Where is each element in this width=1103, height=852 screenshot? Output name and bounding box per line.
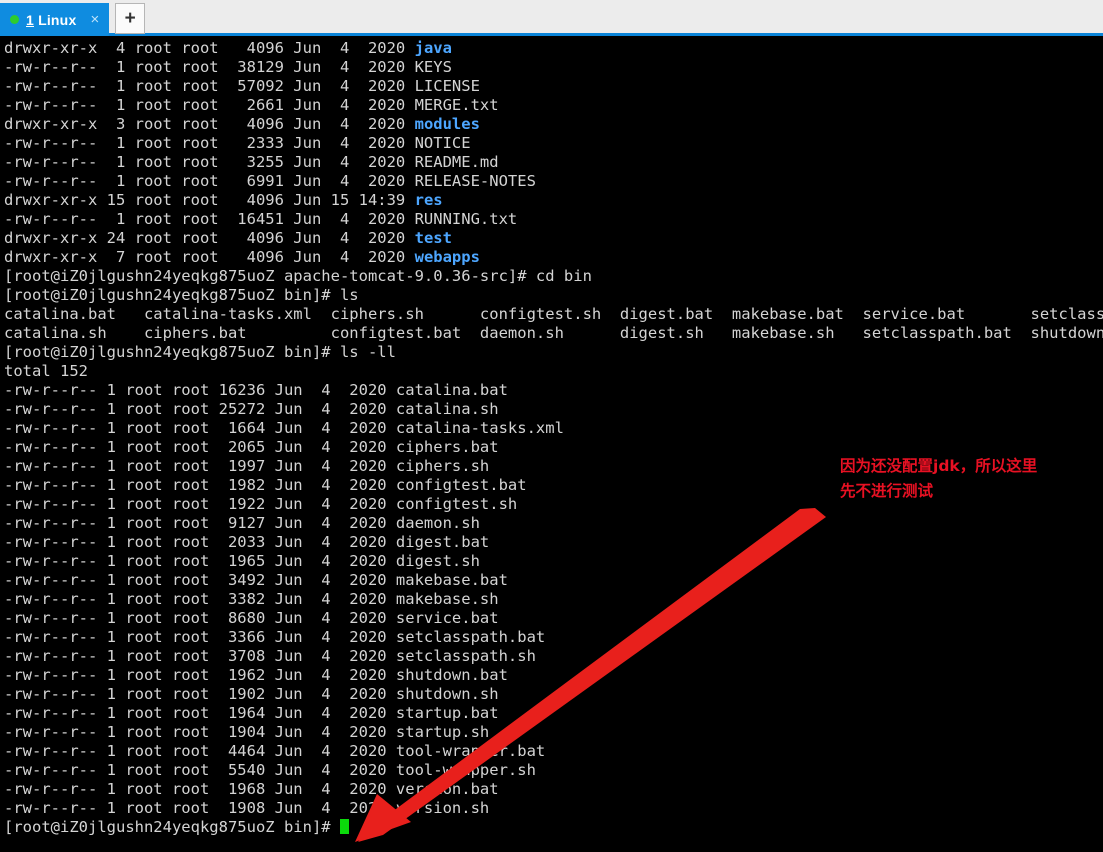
terminal-line: -rw-r--r-- 1 root root 16451 Jun 4 2020 … xyxy=(4,210,518,228)
shell-prompt: [root@iZ0jlgushn24yeqkg875uoZ bin]# xyxy=(4,343,340,361)
tab-index: 1 xyxy=(26,11,34,28)
terminal-prompt-line: [root@iZ0jlgushn24yeqkg875uoZ bin]# ls -… xyxy=(4,343,1103,362)
terminal-line: -rw-r--r-- 1 root root 3366 Jun 4 2020 s… xyxy=(4,628,546,646)
text-cursor xyxy=(339,819,349,834)
tab-name: Linux xyxy=(38,11,77,28)
terminal-line: -rw-r--r-- 1 root root 1962 Jun 4 2020 s… xyxy=(4,666,508,684)
terminal-line: catalina.sh ciphers.bat configtest.bat d… xyxy=(4,324,1103,342)
terminal-line: -rw-r--r-- 1 root root 1908 Jun 4 2020 v… xyxy=(4,799,490,817)
tab-title: 1 Linux xyxy=(26,12,76,28)
terminal-line: -rw-r--r-- 1 root root 6991 Jun 4 2020 R… xyxy=(4,172,536,190)
terminal-line: -rw-r--r-- 1 root root 1904 Jun 4 2020 s… xyxy=(4,723,490,741)
terminal-line: -rw-r--r-- 1 root root 25272 Jun 4 2020 … xyxy=(4,400,499,418)
dir-name: webapps xyxy=(414,248,480,266)
shell-prompt: [root@iZ0jlgushn24yeqkg875uoZ bin]# xyxy=(4,286,340,304)
terminal-line: -rw-r--r-- 1 root root 5540 Jun 4 2020 t… xyxy=(4,761,536,779)
terminal-line: drwxr-xr-x 24 root root 4096 Jun 4 2020 … xyxy=(4,229,1103,248)
terminal-line: -rw-r--r-- 1 root root 1664 Jun 4 2020 c… xyxy=(4,419,564,437)
terminal-line: -rw-r--r-- 1 root root 38129 Jun 4 2020 … xyxy=(4,58,452,76)
terminal-line: -rw-r--r-- 1 root root 9127 Jun 4 2020 d… xyxy=(4,514,480,532)
tab-bar: 1 Linux × + xyxy=(0,0,1103,36)
terminal-panel[interactable]: drwxr-xr-x 4 root root 4096 Jun 4 2020 j… xyxy=(0,36,1103,852)
dir-name: modules xyxy=(414,115,480,133)
listing-text: drwxr-xr-x 4 root root 4096 Jun 4 2020 xyxy=(4,39,415,57)
terminal-line: -rw-r--r-- 1 root root 16236 Jun 4 2020 … xyxy=(4,381,508,399)
shell-prompt: [root@iZ0jlgushn24yeqkg875uoZ apache-tom… xyxy=(4,267,536,285)
terminal-screen: drwxr-xr-x 4 root root 4096 Jun 4 2020 j… xyxy=(4,39,1103,837)
terminal-line: drwxr-xr-x 15 root root 4096 Jun 15 14:3… xyxy=(4,191,1103,210)
terminal-line: -rw-r--r-- 1 root root 3382 Jun 4 2020 m… xyxy=(4,590,499,608)
listing-text: drwxr-xr-x 15 root root 4096 Jun 15 14:3… xyxy=(4,191,415,209)
listing-text: drwxr-xr-x 7 root root 4096 Jun 4 2020 xyxy=(4,248,415,266)
terminal-line: -rw-r--r-- 1 root root 2333 Jun 4 2020 N… xyxy=(4,134,471,152)
terminal-line: -rw-r--r-- 1 root root 3255 Jun 4 2020 R… xyxy=(4,153,499,171)
new-tab-button[interactable]: + xyxy=(115,3,146,34)
terminal-prompt-line: [root@iZ0jlgushn24yeqkg875uoZ bin]# ls xyxy=(4,286,1103,305)
connection-status-dot xyxy=(10,15,19,24)
shell-command: ls -ll xyxy=(339,343,396,361)
terminal-line: -rw-r--r-- 1 root root 1965 Jun 4 2020 d… xyxy=(4,552,480,570)
shell-command: ls xyxy=(339,286,359,304)
terminal-line: -rw-r--r-- 1 root root 2661 Jun 4 2020 M… xyxy=(4,96,499,114)
terminal-prompt-line: [root@iZ0jlgushn24yeqkg875uoZ apache-tom… xyxy=(4,267,1103,286)
terminal-line: -rw-r--r-- 1 root root 3708 Jun 4 2020 s… xyxy=(4,647,536,665)
terminal-prompt-line-active: [root@iZ0jlgushn24yeqkg875uoZ bin]# xyxy=(4,818,1103,837)
dir-name: test xyxy=(414,229,452,247)
close-icon[interactable]: × xyxy=(90,12,99,27)
terminal-line: -rw-r--r-- 1 root root 57092 Jun 4 2020 … xyxy=(4,77,480,95)
terminal-line: -rw-r--r-- 1 root root 8680 Jun 4 2020 s… xyxy=(4,609,499,627)
terminal-line: -rw-r--r-- 1 root root 2033 Jun 4 2020 d… xyxy=(4,533,490,551)
dir-name: res xyxy=(414,191,443,209)
shell-prompt: [root@iZ0jlgushn24yeqkg875uoZ bin]# xyxy=(4,818,340,836)
terminal-line: total 152 xyxy=(4,362,88,380)
terminal-line: drwxr-xr-x 3 root root 4096 Jun 4 2020 m… xyxy=(4,115,1103,134)
listing-text: drwxr-xr-x 3 root root 4096 Jun 4 2020 xyxy=(4,115,415,133)
terminal-line: -rw-r--r-- 1 root root 1964 Jun 4 2020 s… xyxy=(4,704,499,722)
terminal-line: -rw-r--r-- 1 root root 3492 Jun 4 2020 m… xyxy=(4,571,508,589)
annotation-note: 因为还没配置jdk，所以这里 先不进行测试 xyxy=(840,457,1038,500)
dir-name: java xyxy=(414,39,452,57)
listing-text: drwxr-xr-x 24 root root 4096 Jun 4 2020 xyxy=(4,229,415,247)
terminal-line: drwxr-xr-x 4 root root 4096 Jun 4 2020 j… xyxy=(4,39,1103,58)
terminal-line: drwxr-xr-x 7 root root 4096 Jun 4 2020 w… xyxy=(4,248,1103,267)
terminal-line: catalina.bat catalina-tasks.xml ciphers.… xyxy=(4,305,1103,323)
terminal-line: -rw-r--r-- 1 root root 1968 Jun 4 2020 v… xyxy=(4,780,499,798)
shell-command: cd bin xyxy=(535,267,592,285)
terminal-line: -rw-r--r-- 1 root root 4464 Jun 4 2020 t… xyxy=(4,742,546,760)
terminal-line: -rw-r--r-- 1 root root 1902 Jun 4 2020 s… xyxy=(4,685,499,703)
terminal-tab-linux[interactable]: 1 Linux × xyxy=(0,3,110,36)
